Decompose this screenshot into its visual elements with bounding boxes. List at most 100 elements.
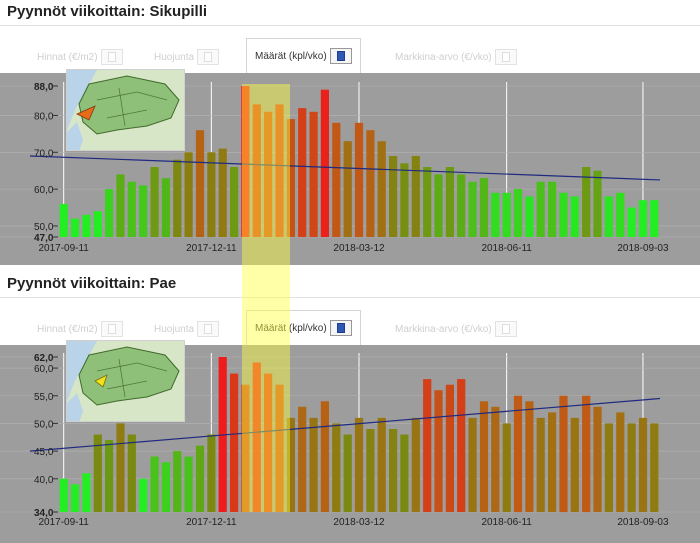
export-icon[interactable] <box>329 48 352 64</box>
bar <box>264 373 273 512</box>
y-tick-label: 50,0 <box>34 222 54 233</box>
tab-label: Hinnat (€/m2) <box>37 51 98 63</box>
x-tick-label: 2017-09-11 <box>38 243 89 254</box>
bar <box>70 218 80 237</box>
bar <box>627 423 636 512</box>
y-tick-label: 60,0 <box>34 364 54 375</box>
bar <box>286 417 295 512</box>
bar <box>389 429 398 512</box>
bar <box>298 406 307 512</box>
bar <box>604 423 613 512</box>
tab-label: Määrät (kpl/vko) <box>255 322 327 334</box>
tab-label: Huojunta <box>154 323 195 335</box>
tab-label: Huojunta <box>154 51 195 63</box>
bar <box>638 200 648 237</box>
x-tick-label: 2018-03-12 <box>333 517 385 528</box>
y-tick-label: 70,0 <box>34 148 54 159</box>
bar <box>59 203 68 237</box>
bar <box>570 196 579 237</box>
export-icon[interactable] <box>100 49 123 65</box>
bar <box>434 390 443 512</box>
bar <box>502 192 511 237</box>
bar <box>536 417 545 512</box>
bar <box>309 111 318 237</box>
bar <box>343 434 352 512</box>
x-tick-label: 2017-12-11 <box>186 517 237 528</box>
bar <box>82 473 91 513</box>
bar <box>354 122 364 237</box>
export-icon[interactable] <box>494 49 517 65</box>
bar <box>127 181 136 237</box>
bar <box>491 192 500 237</box>
bar <box>127 434 136 512</box>
district-map-thumbnail[interactable] <box>66 69 185 151</box>
export-icon[interactable] <box>494 321 517 337</box>
bar <box>70 484 80 512</box>
bar <box>627 207 636 237</box>
bar <box>548 412 557 512</box>
bar <box>230 373 239 512</box>
bar <box>400 163 409 237</box>
bar <box>650 423 659 512</box>
bar <box>445 167 454 237</box>
x-tick-label: 2018-09-03 <box>617 517 669 528</box>
bar <box>275 384 284 512</box>
export-icon[interactable] <box>197 49 220 65</box>
tab-market-value[interactable]: Markkina-arvo (€/vko) <box>395 314 517 344</box>
district-map-thumbnail[interactable] <box>66 340 185 422</box>
tab-market-value[interactable]: Markkina-arvo (€/vko) <box>395 42 517 72</box>
bar <box>389 156 398 237</box>
bar <box>570 417 579 512</box>
bar <box>184 456 193 512</box>
bar <box>264 111 273 237</box>
tab-quantities[interactable]: Määrät (kpl/vko) <box>246 310 361 345</box>
bar <box>332 423 341 512</box>
bar <box>468 417 477 512</box>
map-image <box>67 70 184 150</box>
bar <box>377 141 386 237</box>
tab-quantities[interactable]: Määrät (kpl/vko) <box>246 38 361 73</box>
bar <box>139 185 148 237</box>
bar <box>161 178 170 237</box>
bar <box>207 152 216 237</box>
export-icon[interactable] <box>329 320 352 336</box>
bar <box>411 156 420 237</box>
bar <box>332 122 341 237</box>
bar <box>479 401 489 512</box>
panel-title: Pyynnöt viikoittain: Sikupilli <box>7 3 208 20</box>
bar <box>116 423 125 512</box>
bar <box>59 478 68 512</box>
bar <box>491 406 500 512</box>
bar <box>366 130 375 237</box>
bar <box>548 181 557 237</box>
tab-prices[interactable]: Hinnat (€/m2) <box>37 42 123 72</box>
bar <box>82 214 91 237</box>
bar <box>207 434 216 512</box>
panel-title: Pyynnöt viikoittain: Pae <box>7 275 177 292</box>
bar <box>173 159 182 237</box>
title-divider <box>0 297 700 298</box>
bar <box>275 104 284 238</box>
bar <box>513 395 523 513</box>
bar <box>105 440 114 512</box>
bar <box>286 119 295 237</box>
export-icon[interactable] <box>100 321 123 337</box>
tab-volatility[interactable]: Huojunta <box>154 42 220 72</box>
bar <box>593 170 602 237</box>
bar <box>423 379 432 512</box>
x-tick-label: 2018-03-12 <box>333 243 385 254</box>
y-tick-label: 88,0 <box>34 82 54 93</box>
bar <box>559 395 568 513</box>
bar <box>173 451 182 512</box>
bar <box>445 384 454 512</box>
y-tick-label: 80,0 <box>34 111 54 122</box>
tab-label: Markkina-arvo (€/vko) <box>395 51 492 63</box>
export-icon[interactable] <box>197 321 220 337</box>
bar <box>150 456 159 512</box>
bar <box>502 423 511 512</box>
bar <box>252 104 261 238</box>
y-tick-label: 60,0 <box>34 185 54 196</box>
bar <box>241 384 250 512</box>
bar <box>195 130 205 237</box>
bar <box>320 89 329 237</box>
